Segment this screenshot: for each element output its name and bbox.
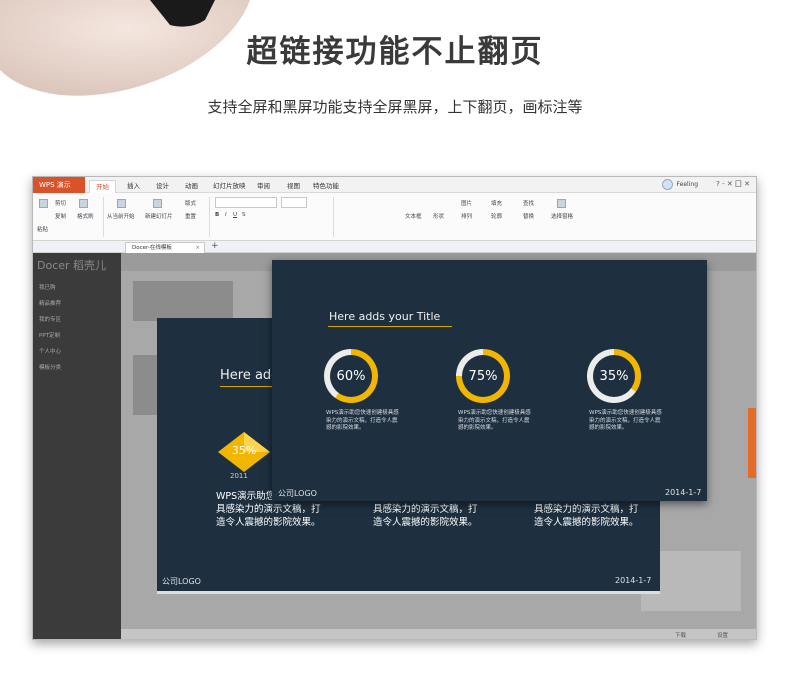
avatar[interactable] (661, 179, 673, 190)
paste-icon (39, 199, 48, 208)
ribbon-divider (103, 197, 104, 237)
menu-item[interactable]: 幻灯片放映 (207, 180, 252, 193)
reset-button[interactable]: 重置 (185, 212, 196, 220)
page-subtitle: 支持全屏和黑屏功能支持全屏黑屏，上下翻页，画标注等 (207, 98, 583, 116)
progress-ring-label: 35% (599, 368, 629, 384)
new-slide-icon[interactable] (153, 199, 164, 208)
sidebar-item[interactable]: 精品推荐 (39, 299, 61, 309)
menu-item[interactable]: 设计 (150, 180, 175, 193)
ribbon-divider (209, 197, 210, 237)
slide-front-logo: 公司LOGO (278, 489, 317, 498)
text-box-button[interactable]: 文本框 (405, 212, 422, 220)
menu-item[interactable]: 特色功能 (307, 180, 345, 193)
tab-docer-label: Docer-在线模板 (132, 245, 172, 251)
document-tab-bar: Docer-在线模板 × + (33, 241, 756, 253)
title-underline (328, 326, 452, 327)
user-area: Feeling (661, 179, 698, 190)
menu-item[interactable]: 插入 (121, 180, 146, 193)
replace-button[interactable]: 替换 (523, 212, 534, 220)
docer-logo: Docer 稻壳儿 (37, 259, 107, 272)
picture-button[interactable]: 图片 (461, 199, 472, 207)
slide-back-date: 2014-1-7 (615, 576, 652, 585)
slide-front: Here adds your Title 60% WPS演示助您快速创建极具感染力… (272, 260, 707, 501)
slide-back-desc-2: 具感染力的演示文稿，打 造令人震撼的影院效果。 (373, 504, 478, 528)
sidebar-item[interactable]: 模板分类 (39, 363, 61, 373)
slide-front-date: 2014-1-7 (665, 488, 702, 497)
sidebar-item[interactable]: 我的专区 (39, 315, 61, 325)
ribbon-divider (333, 197, 334, 237)
sidebar-item[interactable]: PPT定制 (39, 331, 60, 341)
fill-button[interactable]: 填充 (491, 199, 502, 207)
progress-ring: 35% (587, 349, 641, 403)
settings-link[interactable]: 设置 (717, 631, 728, 639)
template-thumbnail[interactable] (133, 281, 233, 321)
find-button[interactable]: 查找 (523, 199, 534, 207)
copy-button[interactable]: 复制 (55, 212, 66, 220)
page-title: 超链接功能不止翻页 (246, 34, 544, 70)
paste-button[interactable] (39, 199, 50, 208)
diamond-label: 35% (231, 444, 257, 457)
progress-ring: 60% (324, 349, 378, 403)
tab-docer[interactable]: Docer-在线模板 × (125, 242, 205, 253)
from-current-button[interactable]: 从当前开始 (107, 212, 135, 220)
format-painter-button[interactable]: 格式刷 (77, 212, 94, 220)
menu-item[interactable]: 审阅 (251, 180, 276, 193)
feedback-tab[interactable] (748, 408, 756, 478)
diamond-badge: 35% (218, 432, 270, 472)
bold-button[interactable]: B (215, 212, 219, 218)
slide-back-logo: 公司LOGO (162, 577, 201, 586)
format-painter-icon[interactable] (79, 199, 90, 208)
status-bar: 下载 设置 (121, 629, 756, 639)
progress-ring-label: 60% (336, 368, 366, 384)
close-icon[interactable]: × (195, 243, 200, 253)
font-size-select[interactable] (281, 197, 307, 208)
app-menu-button[interactable]: WPS 演示 (33, 177, 85, 193)
progress-ring-label: 75% (468, 368, 498, 384)
slide-front-title: Here adds your Title (329, 310, 441, 323)
menu-item[interactable]: 开始 (89, 180, 116, 193)
menu-bar: WPS 演示 开始 插入 设计 动画 幻灯片放映 审阅 视图 特色功能 Feeling ? ‑… (33, 177, 756, 193)
select-pane-button[interactable]: 选择窗格 (551, 212, 573, 220)
arrange-button[interactable]: 排列 (461, 212, 472, 220)
ring-description: WPS演示助您快速创建极具感染力的演示文稿，打造令人震撼的影院效果。 (326, 410, 399, 431)
cut-button[interactable]: 剪切 (55, 199, 66, 207)
menu-item[interactable]: 动画 (179, 180, 204, 193)
font-name-select[interactable] (215, 197, 277, 208)
slide-back-desc-3: 具感染力的演示文稿，打 造令人震撼的影院效果。 (534, 504, 639, 528)
paste-label[interactable]: 粘贴 (37, 225, 48, 233)
select-pane-icon[interactable] (557, 199, 568, 208)
ring-description: WPS演示助您快速创建极具感染力的演示文稿，打造令人震撼的影院效果。 (458, 410, 531, 431)
user-name[interactable]: Feeling (677, 181, 698, 188)
play-icon[interactable] (117, 199, 128, 208)
slide-back-title: Here add (220, 368, 280, 383)
docer-sidebar: Docer 稻壳儿 我已购精品推荐我的专区 PPT定制个人中心模板分类 (33, 253, 121, 639)
ring-description: WPS演示助您快速创建极具感染力的演示文稿，打造令人震撼的影院效果。 (589, 410, 662, 431)
progress-ring: 75% (456, 349, 510, 403)
shape-button[interactable]: 形状 (433, 212, 444, 220)
ribbon: 粘贴 剪切 复制 格式刷 从当前开始 新建幻灯片 版式 重置 B I U S 文… (33, 193, 756, 241)
new-slide-button[interactable]: 新建幻灯片 (145, 212, 173, 220)
new-tab-button[interactable]: + (211, 241, 219, 251)
underline-button[interactable]: U (233, 212, 237, 218)
window-controls[interactable]: ? ‑ ✕ 囗 ✕ (716, 179, 750, 189)
strikethrough-button[interactable]: S (242, 212, 246, 218)
outline-button[interactable]: 轮廓 (491, 212, 502, 220)
download-link[interactable]: 下载 (675, 631, 686, 639)
sidebar-item[interactable]: 我已购 (39, 283, 56, 293)
year-label: 2011 (230, 472, 248, 480)
menu-item[interactable]: 视图 (281, 180, 306, 193)
layout-button[interactable]: 版式 (185, 199, 196, 207)
italic-button[interactable]: I (225, 212, 227, 218)
sidebar-item[interactable]: 个人中心 (39, 347, 61, 357)
